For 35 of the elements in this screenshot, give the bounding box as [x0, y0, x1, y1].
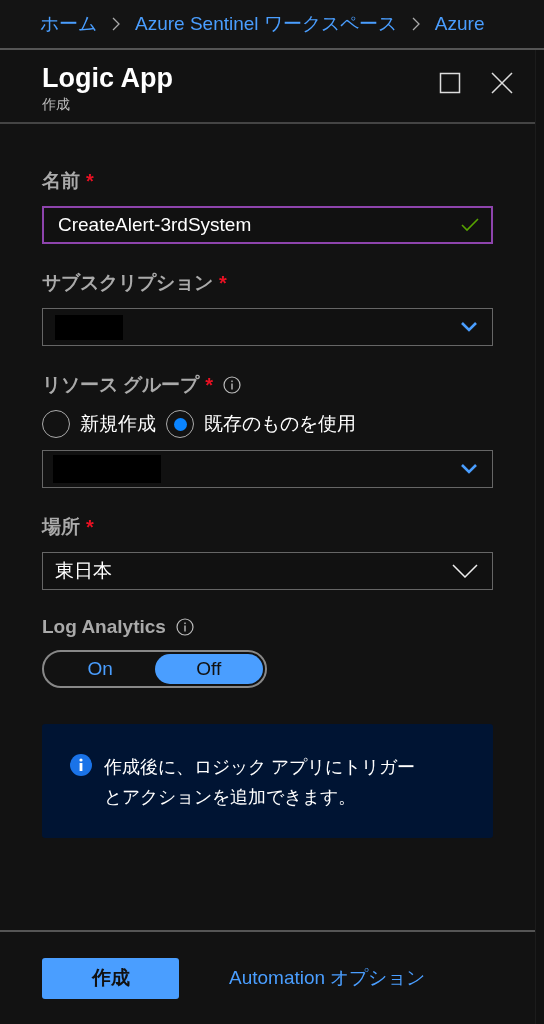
dropdown[interactable]: [42, 308, 493, 346]
required-asterisk: *: [86, 515, 94, 539]
field-label: 名前: [42, 169, 80, 193]
chevron-down-icon: [460, 321, 478, 333]
chevron-down-icon: [460, 463, 478, 475]
automation-options-link[interactable]: Automation オプション: [229, 965, 426, 991]
toggle-option[interactable]: On: [46, 654, 155, 684]
panel-title: Logic App: [42, 62, 173, 94]
input-field[interactable]: CreateAlert-3rdSystem: [42, 206, 493, 244]
dropdown[interactable]: [42, 450, 493, 488]
field-label: 場所: [42, 515, 80, 539]
checkmark-icon: [461, 218, 479, 232]
breadcrumb-link[interactable]: ホーム: [40, 11, 97, 37]
info-message: 作成後に、ロジック アプリにトリガーとアクションを追加できます。: [104, 756, 416, 809]
maximize-icon: [439, 72, 461, 94]
create-button[interactable]: 作成: [42, 957, 179, 999]
panel-subtitle: 作成: [42, 96, 71, 114]
radio-label[interactable]: 新規作成: [80, 411, 156, 437]
chevron-right-icon: [111, 16, 121, 32]
required-asterisk: *: [205, 373, 214, 397]
chevron-down-icon: [452, 564, 478, 578]
required-asterisk: *: [86, 169, 94, 193]
radio-label[interactable]: 既存のものを使用: [204, 411, 356, 437]
close-icon: [491, 72, 513, 94]
breadcrumb-link[interactable]: Azure Sentinel ワークスペース: [135, 11, 397, 37]
breadcrumb-link[interactable]: Azure: [434, 13, 485, 35]
info-icon: [70, 754, 92, 776]
required-asterisk: *: [219, 271, 227, 295]
chevron-right-icon: [410, 16, 421, 32]
field-label: サブスクリプション: [42, 271, 213, 295]
field-label: Log Analytics: [42, 616, 166, 638]
toggle-switch[interactable]: On Off: [42, 650, 267, 688]
toggle-option[interactable]: Off: [154, 654, 263, 684]
field-label: リソース グループ: [42, 373, 200, 397]
dropdown[interactable]: 東日本: [42, 552, 493, 590]
